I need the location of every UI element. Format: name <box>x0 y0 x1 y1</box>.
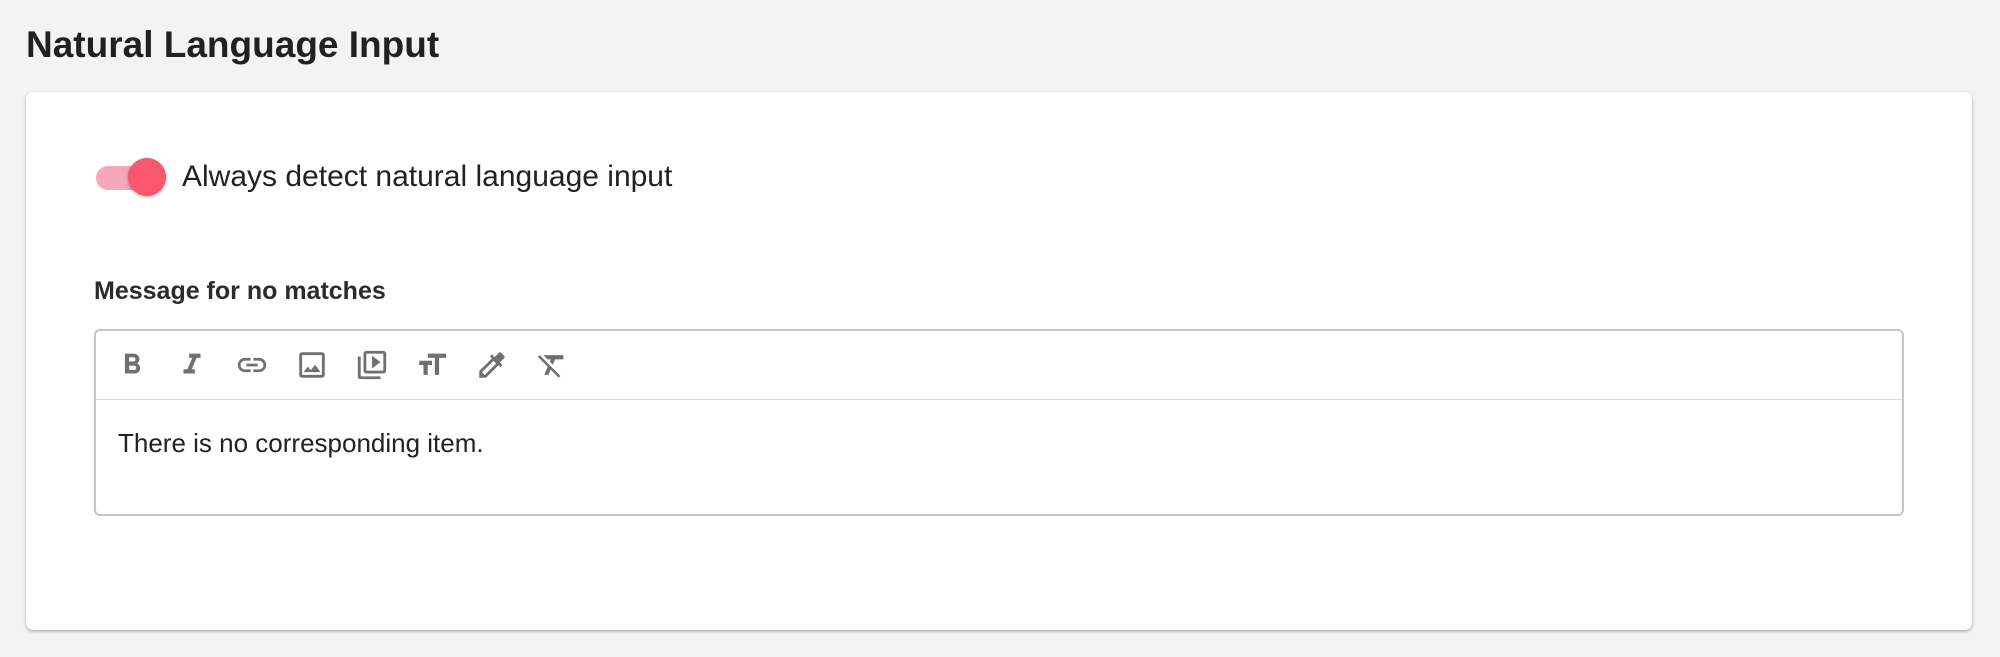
eyedropper-icon <box>479 352 505 378</box>
link-button[interactable] <box>222 335 282 395</box>
editor-toolbar <box>96 331 1902 400</box>
settings-card: Always detect natural language input Mes… <box>26 92 1972 630</box>
image-button[interactable] <box>282 335 342 395</box>
color-button[interactable] <box>462 335 522 395</box>
italic-button[interactable] <box>162 335 222 395</box>
message-section-label: Message for no matches <box>94 277 386 305</box>
natural-language-toggle[interactable] <box>96 156 168 198</box>
text-size-icon <box>419 353 447 375</box>
bold-icon <box>124 353 141 374</box>
message-content-editor[interactable]: There is no corresponding item. <box>96 400 1902 512</box>
link-icon <box>237 357 267 373</box>
text-size-button[interactable] <box>402 335 462 395</box>
video-library-icon <box>357 350 387 380</box>
natural-language-toggle-row[interactable]: Always detect natural language input <box>96 152 672 202</box>
video-button[interactable] <box>342 335 402 395</box>
clear-formatting-button[interactable] <box>522 335 582 395</box>
italic-icon <box>183 353 201 374</box>
clear-format-icon <box>537 355 564 378</box>
toggle-label: Always detect natural language input <box>182 160 673 193</box>
page-title: Natural Language Input <box>26 24 440 65</box>
toggle-thumb[interactable] <box>128 158 166 196</box>
image-icon <box>299 352 325 378</box>
bold-button[interactable] <box>102 335 162 395</box>
rich-text-editor: There is no corresponding item. <box>94 329 1904 516</box>
